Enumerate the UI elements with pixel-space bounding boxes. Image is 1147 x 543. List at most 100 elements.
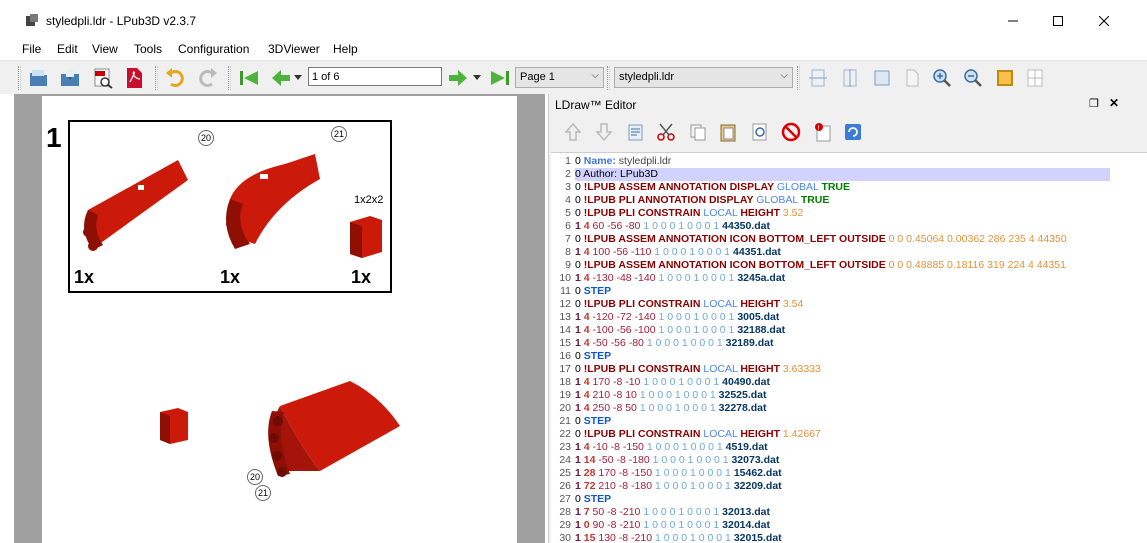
editor-stop-button[interactable] xyxy=(779,120,803,144)
assembly-annotation-21: 21 xyxy=(255,485,271,501)
zoom-out-button[interactable] xyxy=(961,66,985,90)
menu-configuration[interactable]: Configuration xyxy=(178,42,249,56)
code-line[interactable]: 70 !LPUB ASSEM ANNOTATION ICON BOTTOM_LE… xyxy=(551,233,1147,246)
page-view[interactable]: 1 1x2x2 20 21 1x 1x 1x 20 21 xyxy=(14,94,545,543)
editor-download-button[interactable] xyxy=(592,120,616,144)
code-token: 32015.dat xyxy=(733,532,782,543)
code-line[interactable]: 14 1 4 -100 -56 -100 1 0 0 0 1 0 0 0 1 32… xyxy=(551,324,1147,337)
toolbar-grip[interactable] xyxy=(155,66,158,90)
save-button[interactable] xyxy=(58,66,82,90)
export-pdf-button[interactable] xyxy=(122,66,146,90)
code-line[interactable]: 20 Author: LPub3D xyxy=(551,168,1147,181)
fit-scene-button[interactable] xyxy=(870,66,894,90)
code-line[interactable]: 10 Name: styledpli.ldr xyxy=(551,155,1147,168)
code-token: 3245a.dat xyxy=(737,272,786,284)
ldraw-code-editor[interactable]: 10 Name: styledpli.ldr 2 0 Author: LPub3D 3… xyxy=(551,152,1147,543)
editor-cut-button[interactable] xyxy=(654,120,678,144)
menu-view[interactable]: View xyxy=(92,42,118,56)
part-image-44351[interactable] xyxy=(215,144,335,254)
code-text: 0 !LPUB PLI CONSTRAIN LOCAL HEIGHT 1.426… xyxy=(575,428,821,440)
editor-preview-button[interactable] xyxy=(748,120,772,144)
code-line[interactable]: 11 0 STEP xyxy=(551,285,1147,298)
menu-tools[interactable]: Tools xyxy=(134,42,162,56)
parts-list-box[interactable]: 1x2x2 20 21 1x 1x 1x xyxy=(68,120,392,293)
code-line[interactable]: 61 4 60 -56 -80 1 0 0 0 1 0 0 0 1 44350.… xyxy=(551,220,1147,233)
toolbar-grip[interactable] xyxy=(607,66,610,90)
toolbar-grip[interactable] xyxy=(228,66,231,90)
maximize-button[interactable] xyxy=(1035,6,1081,36)
redo-button[interactable] xyxy=(195,66,219,90)
toolbar-grip[interactable] xyxy=(797,66,800,90)
code-line[interactable]: 20 1 4 250 -8 50 1 0 0 0 1 0 0 0 1 32278.… xyxy=(551,402,1147,415)
editor-copy-button[interactable] xyxy=(686,120,710,144)
code-line[interactable]: 19 1 4 210 -8 10 1 0 0 0 1 0 0 0 1 32525.… xyxy=(551,389,1147,402)
part-image-3245a[interactable] xyxy=(348,214,384,258)
code-line[interactable]: 25 1 28 170 -8 -150 1 0 0 0 1 0 0 0 1 154… xyxy=(551,467,1147,480)
assembly-model[interactable] xyxy=(260,376,410,486)
menu-file[interactable]: File xyxy=(22,42,41,56)
next-page-menu[interactable] xyxy=(471,66,483,90)
code-line[interactable]: 28 1 7 50 -8 -210 1 0 0 0 1 0 0 0 1 32013… xyxy=(551,506,1147,519)
file-select[interactable]: styledpli.ldr ⌵ xyxy=(614,67,793,88)
code-line[interactable]: 16 0 STEP xyxy=(551,350,1147,363)
editor-paste-button[interactable] xyxy=(716,120,740,144)
code-line[interactable]: 10 1 4 -130 -48 -140 1 0 0 0 1 0 0 0 1 32… xyxy=(551,272,1147,285)
toolbar-grip[interactable] xyxy=(18,66,21,90)
editor-close-icon[interactable]: ✕ xyxy=(1109,96,1119,110)
menu-help[interactable]: Help xyxy=(333,42,358,56)
menu-edit[interactable]: Edit xyxy=(57,42,78,56)
code-line[interactable]: 22 0 !LPUB PLI CONSTRAIN LOCAL HEIGHT 1.4… xyxy=(551,428,1147,441)
instruction-page[interactable]: 1 1x2x2 20 21 1x 1x 1x 20 21 xyxy=(42,96,517,543)
code-token: 4519.dat xyxy=(725,441,768,453)
code-line[interactable]: 23 1 4 -10 -8 -150 1 0 0 0 1 0 0 0 1 4519… xyxy=(551,441,1147,454)
scene-ruler-button[interactable] xyxy=(1023,66,1047,90)
assembly-part-3245a[interactable] xyxy=(158,406,190,446)
document-edit-icon xyxy=(628,124,643,141)
previous-page-menu[interactable] xyxy=(292,66,304,90)
code-token: -100 -56 -100 xyxy=(592,324,659,336)
code-line[interactable]: 29 1 0 90 -8 -210 1 0 0 0 1 0 0 0 1 32014… xyxy=(551,519,1147,532)
page-number-input[interactable] xyxy=(308,67,442,86)
zoom-in-button[interactable] xyxy=(930,66,954,90)
code-line[interactable]: 24 1 14 -50 -8 -180 1 0 0 0 1 0 0 0 1 320… xyxy=(551,454,1147,467)
code-line[interactable]: 90 !LPUB ASSEM ANNOTATION ICON BOTTOM_LE… xyxy=(551,259,1147,272)
page-select[interactable]: Page 1 ⌵ xyxy=(515,67,604,88)
editor-alert-button[interactable]: ! xyxy=(811,120,835,144)
minimize-button[interactable] xyxy=(990,6,1036,36)
previous-page-button[interactable] xyxy=(269,66,293,90)
code-token: HEIGHT xyxy=(740,428,783,440)
fit-width-button[interactable] xyxy=(806,66,830,90)
code-line[interactable]: 21 0 STEP xyxy=(551,415,1147,428)
menu-3dviewer[interactable]: 3DViewer xyxy=(268,42,320,56)
actual-size-button[interactable] xyxy=(900,66,924,90)
code-line[interactable]: 18 1 4 170 -8 -10 1 0 0 0 1 0 0 0 1 40490… xyxy=(551,376,1147,389)
code-token: TRUE xyxy=(800,194,830,206)
undo-button[interactable] xyxy=(164,66,188,90)
editor-format-button[interactable] xyxy=(624,120,648,144)
last-page-button[interactable] xyxy=(488,66,512,90)
editor-refresh-button[interactable] xyxy=(841,120,865,144)
code-token: -50 -56 -80 xyxy=(592,337,647,349)
fit-visible-button[interactable] xyxy=(838,66,862,90)
code-line[interactable]: 50 !LPUB PLI CONSTRAIN LOCAL HEIGHT 3.52 xyxy=(551,207,1147,220)
part-image-44350[interactable] xyxy=(78,150,198,260)
code-line[interactable]: 15 1 4 -50 -56 -80 1 0 0 0 1 0 0 0 1 3218… xyxy=(551,337,1147,350)
open-button[interactable] xyxy=(27,66,51,90)
print-pdf-preview-button[interactable] xyxy=(91,66,115,90)
close-button[interactable] xyxy=(1081,6,1127,36)
code-line[interactable]: 17 0 !LPUB PLI CONSTRAIN LOCAL HEIGHT 3.6… xyxy=(551,363,1147,376)
code-line[interactable]: 40 !LPUB PLI ANNOTATION DISPLAY GLOBAL T… xyxy=(551,194,1147,207)
code-token: 0 xyxy=(575,298,584,310)
editor-upload-button[interactable] xyxy=(561,120,585,144)
code-line[interactable]: 12 0 !LPUB PLI CONSTRAIN LOCAL HEIGHT 3.5… xyxy=(551,298,1147,311)
next-page-button[interactable] xyxy=(446,66,470,90)
code-line[interactable]: 13 1 4 -120 -72 -140 1 0 0 0 1 0 0 0 1 30… xyxy=(551,311,1147,324)
code-line[interactable]: 27 0 STEP xyxy=(551,493,1147,506)
undock-icon[interactable]: ❐ xyxy=(1089,97,1099,110)
code-line[interactable]: 81 4 100 -56 -110 1 0 0 0 1 0 0 0 1 4435… xyxy=(551,246,1147,259)
code-line[interactable]: 30 !LPUB ASSEM ANNOTATION DISPLAY GLOBAL… xyxy=(551,181,1147,194)
code-line[interactable]: 30 1 15 130 -8 -210 1 0 0 0 1 0 0 0 1 320… xyxy=(551,532,1147,543)
scene-guides-button[interactable] xyxy=(993,66,1017,90)
first-page-button[interactable] xyxy=(237,66,261,90)
code-line[interactable]: 26 1 72 210 -8 -180 1 0 0 0 1 0 0 0 1 322… xyxy=(551,480,1147,493)
